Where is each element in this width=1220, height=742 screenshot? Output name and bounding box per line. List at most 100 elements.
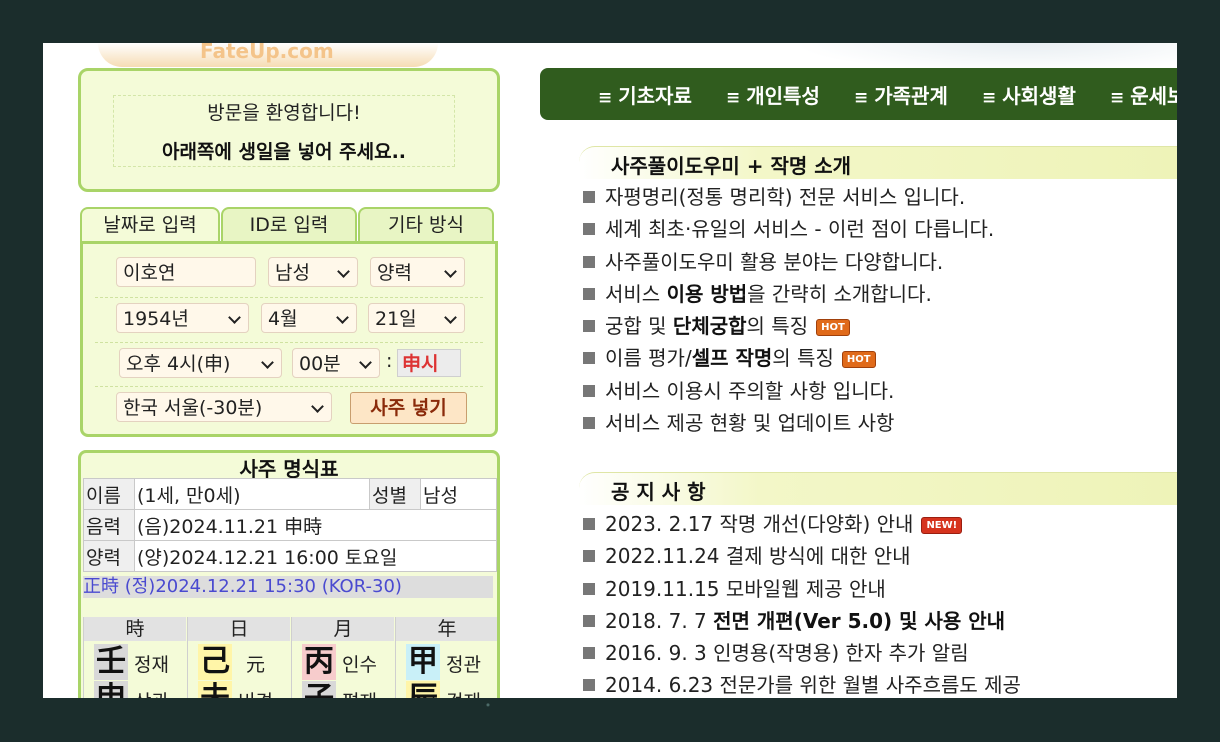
row-divider — [95, 386, 483, 387]
nav-item-label: 사회생활 — [1002, 84, 1076, 108]
bullet-square-icon — [583, 518, 595, 530]
list-item-text: 의 특징 — [772, 346, 834, 370]
solar-value: (양)2024.12.21 16:00 토요일 — [134, 540, 497, 572]
tab-id-input[interactable]: ID로 입력 — [221, 207, 357, 243]
menu-bars-icon: ≡ — [726, 88, 741, 108]
hour-select[interactable]: 오후 4시(申) — [119, 348, 282, 378]
pillar-branch: 辰 — [406, 681, 440, 698]
pillar-stem-label: 元 — [246, 654, 266, 676]
year-select-value: 1954년 — [123, 308, 189, 330]
list-item[interactable]: 2022.11.24 결제 방식에 대한 안내 — [583, 540, 911, 569]
table-row: 양력 (양)2024.12.21 16:00 토요일 — [83, 540, 497, 572]
list-item-text: 서비스 이용시 주의할 사항 입니다. — [605, 379, 895, 403]
day-select-value: 21일 — [375, 308, 417, 330]
pillar-day: 日 己 元 未 비견 — [187, 617, 290, 698]
pillar-head: 時 — [84, 617, 186, 641]
list-item-text: 2023. 2.17 작명 개선(다양화) 안내 — [605, 512, 914, 536]
list-item[interactable]: 서비스 제공 현황 및 업데이트 사항 — [583, 407, 894, 436]
minute-select-value: 00분 — [299, 353, 341, 375]
month-select-value: 4월 — [268, 308, 298, 330]
nav-item-label: 운세보기 — [1130, 84, 1177, 108]
list-item[interactable]: 세계 최초·유일의 서비스 - 이런 점이 다릅니다. — [583, 213, 994, 242]
notice-section-header: 공 지 사 항 — [579, 472, 1177, 505]
list-item[interactable]: 자평명리(정통 명리학) 전문 서비스 입니다. — [583, 181, 965, 210]
list-item-text: 2018. 7. 7 — [605, 609, 714, 633]
bullet-square-icon — [583, 550, 595, 562]
gender-select[interactable]: 남성 — [268, 257, 358, 287]
sisi-display: 申시 — [397, 349, 461, 377]
list-item[interactable]: 서비스 이용시 주의할 사항 입니다. — [583, 375, 894, 404]
list-item[interactable]: 2014. 6.23 전문가를 위한 월별 사주흐름도 제공 — [583, 669, 1021, 698]
submit-saju-button[interactable]: 사주 넣기 — [350, 392, 467, 424]
bullet-square-icon — [583, 320, 595, 332]
name-label: 이름 — [83, 478, 135, 510]
pillar-stem-label: 인수 — [342, 654, 377, 676]
gender-select-value: 남성 — [275, 262, 310, 284]
pillar-branch-label: 비견 — [238, 687, 273, 698]
day-select[interactable]: 21일 — [368, 303, 465, 333]
welcome-greeting: 방문을 환영합니다! — [207, 102, 361, 124]
pillar-stem-label: 정재 — [134, 654, 169, 676]
list-item[interactable]: 2018. 7. 7 전면 개편(Ver 5.0) 및 사용 안내 — [583, 605, 1005, 634]
nav-item-social[interactable]: ≡ 사회생활 — [982, 80, 1076, 109]
nav-item-basics[interactable]: ≡ 기초자료 — [598, 80, 692, 109]
list-item-text: 궁합 및 — [605, 314, 673, 338]
row-divider — [95, 297, 483, 298]
list-item-text: 을 간략히 소개합니다. — [747, 282, 932, 306]
month-select[interactable]: 4월 — [261, 303, 357, 333]
pillar-head: 月 — [292, 617, 394, 641]
new-badge: NEW! — [921, 517, 963, 534]
list-item[interactable]: 궁합 및 단체궁합의 특징 HOT — [583, 310, 850, 339]
list-item-bold: 전면 개편(Ver 5.0) 및 사용 안내 — [713, 609, 1006, 633]
list-item[interactable]: 2016. 9. 3 인명용(작명용) 한자 추가 알림 — [583, 637, 969, 666]
bullet-square-icon — [583, 615, 595, 627]
list-item[interactable]: 2019.11.15 모바일웹 제공 안내 — [583, 573, 886, 602]
pillar-stem: 丙 — [302, 644, 336, 680]
pillar-hour: 時 壬 정재 申 상관 — [83, 617, 186, 698]
time-colon: : — [386, 350, 393, 372]
pillar-stem: 己 — [198, 644, 232, 680]
pillar-branch: 申 — [94, 681, 128, 698]
list-item[interactable]: 사주풀이도우미 활용 분야는 다양합니다. — [583, 246, 943, 275]
region-select[interactable]: 한국 서울(-30분) — [116, 392, 332, 422]
list-item[interactable]: 서비스 이용 방법을 간략히 소개합니다. — [583, 278, 932, 307]
bullet-square-icon — [583, 223, 595, 235]
hour-select-value: 오후 4시(申) — [126, 353, 231, 375]
hot-badge: HOT — [841, 351, 876, 368]
hot-badge: HOT — [816, 319, 850, 336]
row-divider — [95, 342, 483, 343]
site-logo[interactable]: FateUp.com — [200, 43, 334, 63]
nav-item-label: 가족관계 — [874, 84, 948, 108]
intro-section-header: 사주풀이도우미 + 작명 소개 — [579, 146, 1177, 179]
list-item[interactable]: 2023. 2.17 작명 개선(다양화) 안내 NEW! — [583, 508, 963, 537]
gender-value: 남성 — [420, 478, 497, 510]
year-select[interactable]: 1954년 — [116, 303, 249, 333]
birth-input-panel: 이호연 남성 양력 1954년 4월 21일 오후 4시(申) 00분 : 申시… — [80, 241, 498, 437]
nav-item-label: 개인특성 — [746, 84, 820, 108]
pillar-branch-label: 겁재 — [446, 687, 481, 698]
welcome-box: 방문을 환영합니다! 아래쪽에 생일을 넣어 주세요.. — [78, 68, 500, 192]
menu-bars-icon: ≡ — [598, 88, 613, 108]
list-item[interactable]: 이름 평가/셀프 작명의 특징 HOT — [583, 342, 876, 371]
main-nav-bar: ≡기초자료 ≡개인특성 ≡가족관계 ≡사회생활 ≡운세보기 — [540, 68, 1177, 120]
name-input[interactable]: 이호연 — [116, 257, 256, 287]
pillar-month: 月 丙 인수 子 편재 — [291, 617, 394, 698]
name-value: (1세, 만0세) — [134, 478, 370, 510]
gender-label: 성별 — [369, 478, 421, 510]
nav-item-family[interactable]: ≡ 가족관계 — [854, 80, 948, 109]
tab-other-method[interactable]: 기타 방식 — [358, 207, 494, 243]
bullet-square-icon — [583, 647, 595, 659]
lunar-label: 음력 — [83, 509, 135, 541]
pillar-branch: 未 — [198, 681, 232, 698]
list-item-bold: 셀프 작명 — [691, 346, 773, 370]
pillar-stem: 壬 — [94, 644, 128, 680]
bullet-square-icon — [583, 288, 595, 300]
pillar-branch-label: 상관 — [134, 687, 169, 698]
calendar-select[interactable]: 양력 — [370, 257, 465, 287]
pillar-head: 日 — [188, 617, 290, 641]
nav-item-fortune[interactable]: ≡운세보기 — [1110, 80, 1177, 109]
minute-select[interactable]: 00분 — [292, 348, 380, 378]
nav-item-personal[interactable]: ≡ 개인특성 — [726, 80, 820, 109]
pillar-head: 年 — [396, 617, 497, 641]
bullet-square-icon — [583, 583, 595, 595]
